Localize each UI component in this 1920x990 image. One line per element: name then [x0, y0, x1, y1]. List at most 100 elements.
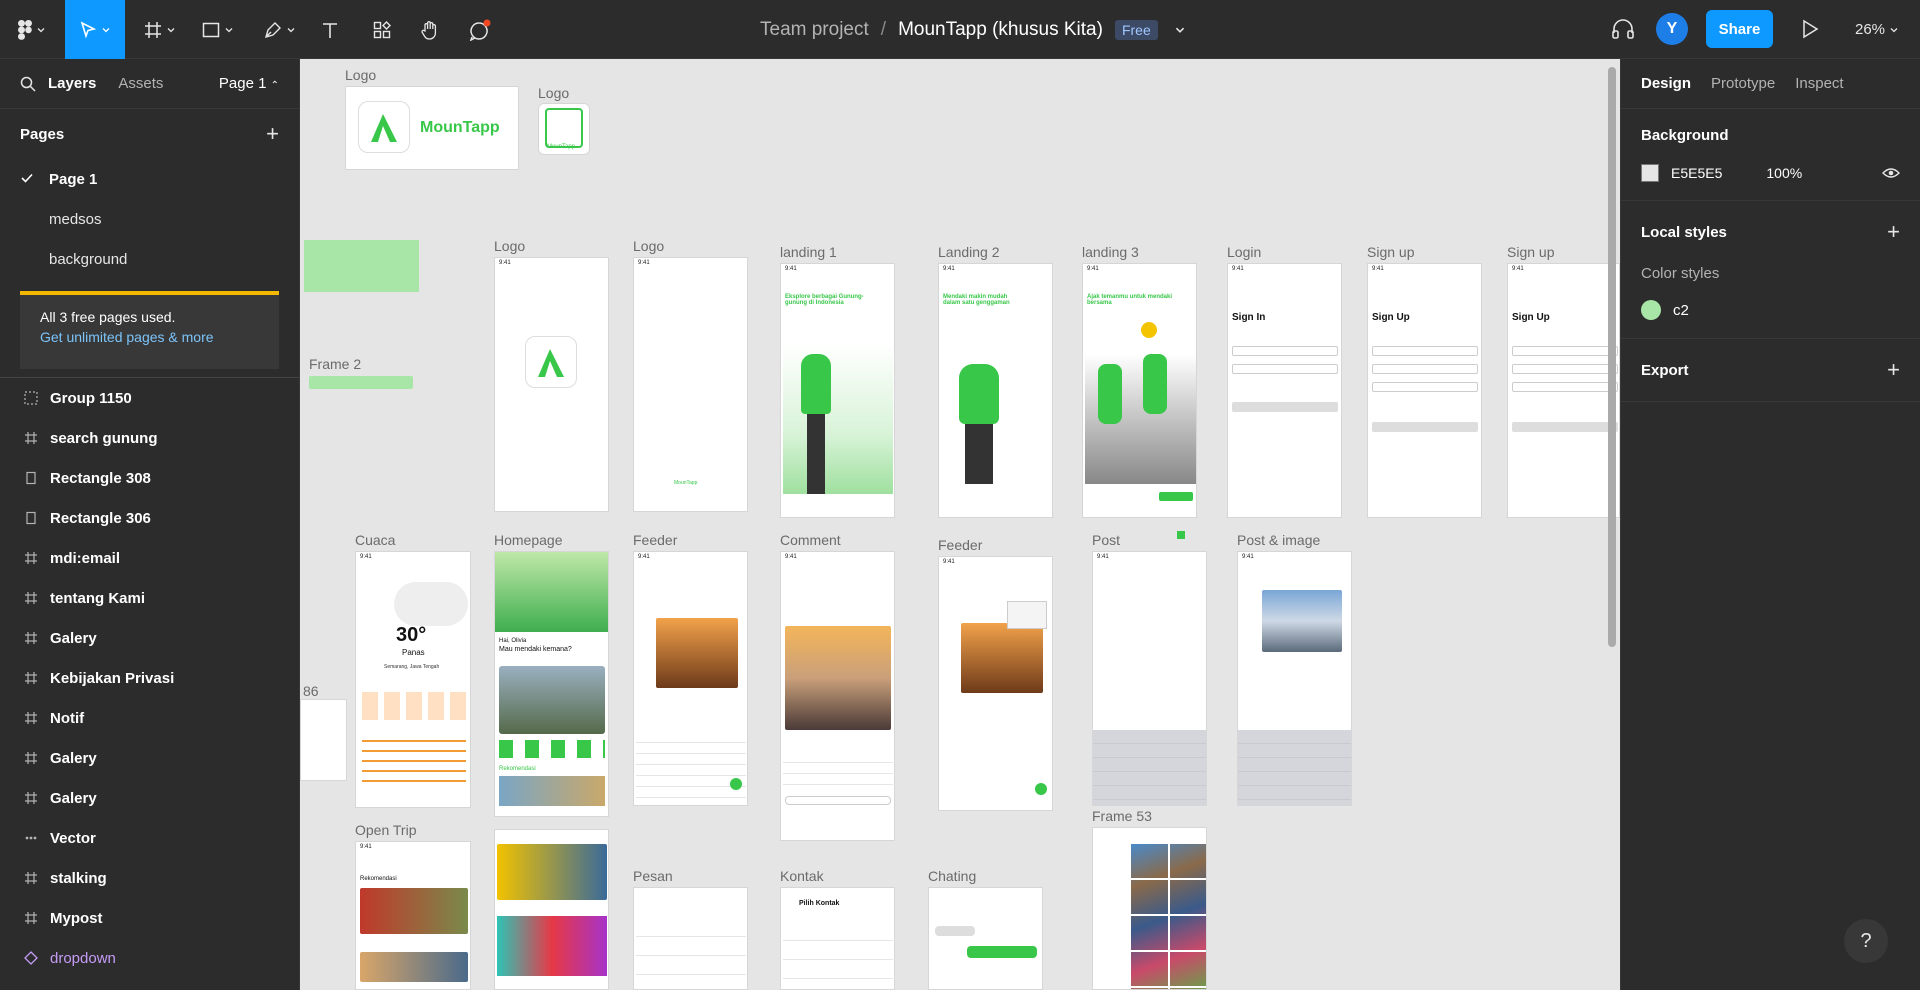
page-item[interactable]: Page 1	[0, 159, 299, 199]
eye-icon[interactable]	[1882, 167, 1900, 179]
frame-label[interactable]: Frame 53	[1092, 808, 1152, 824]
signup-frame[interactable]: 9:41 Sign Up	[1507, 263, 1620, 518]
layer-item[interactable]: mdi:email	[0, 538, 299, 578]
plan-badge[interactable]: Free	[1114, 19, 1158, 40]
feeder-frame[interactable]: 9:41	[633, 551, 748, 806]
search-icon[interactable]	[20, 76, 36, 92]
present-play-icon[interactable]	[1800, 19, 1820, 39]
login-frame[interactable]: 9:41 Sign In	[1227, 263, 1342, 518]
background-hex[interactable]: E5E5E5	[1671, 165, 1722, 181]
hand-tool-button[interactable]	[412, 0, 448, 59]
frame-label[interactable]: landing 1	[780, 244, 837, 260]
share-button[interactable]: Share	[1706, 10, 1773, 48]
frame-label[interactable]: Cuaca	[355, 532, 395, 548]
pen-tool-button[interactable]	[258, 0, 302, 59]
frame-label[interactable]: Kontak	[780, 868, 824, 884]
layer-item[interactable]: search gunung	[0, 418, 299, 458]
layer-item[interactable]: Vector	[0, 818, 299, 858]
layer-item[interactable]: Rectangle 306	[0, 498, 299, 538]
frame-label[interactable]: Feeder	[938, 537, 982, 553]
signup-frame[interactable]: 9:41 Sign Up	[1367, 263, 1482, 518]
frame-label[interactable]: Logo	[345, 67, 376, 83]
tab-layers[interactable]: Layers	[48, 75, 96, 92]
frame-label[interactable]: 86	[303, 683, 319, 699]
layer-item[interactable]: Galery	[0, 618, 299, 658]
layer-item[interactable]: Galery	[0, 778, 299, 818]
tab-inspect[interactable]: Inspect	[1795, 75, 1843, 92]
page-item[interactable]: background	[0, 239, 299, 279]
frame-label[interactable]: Login	[1227, 244, 1261, 260]
vertical-scrollbar[interactable]	[1608, 67, 1616, 647]
frame-label[interactable]: Sign up	[1367, 244, 1414, 260]
layer-item[interactable]: Kebijakan Privasi	[0, 658, 299, 698]
layer-item[interactable]: Notif	[0, 698, 299, 738]
comment-tool-button[interactable]	[462, 0, 498, 59]
feeder-frame[interactable]: 9:41	[938, 556, 1053, 811]
splash-frame[interactable]: 9:41 MounTapp	[633, 257, 748, 512]
frame-label[interactable]: Chating	[928, 868, 976, 884]
frame-label[interactable]: Landing 2	[938, 244, 1000, 260]
layer-item[interactable]: Mypost	[0, 898, 299, 938]
upgrade-link[interactable]: Get unlimited pages & more	[40, 329, 259, 345]
open-trip-frame[interactable]: 9:41 Rekomendasi	[355, 841, 471, 990]
help-button[interactable]: ?	[1844, 919, 1888, 963]
frame-label[interactable]: landing 3	[1082, 244, 1139, 260]
layer-item[interactable]: dropdown	[0, 938, 299, 978]
frame-label[interactable]: Homepage	[494, 532, 563, 548]
page-item[interactable]: medsos	[0, 199, 299, 239]
landing-frame[interactable]: 9:41 Ajak temanmu untuk mendaki bersama	[1082, 263, 1197, 518]
messages-frame[interactable]	[633, 887, 748, 990]
splash-frame[interactable]: 9:41	[494, 257, 609, 512]
move-tool-button[interactable]	[65, 0, 125, 59]
logo-small-frame[interactable]: MounTapp	[538, 103, 590, 155]
page-selector[interactable]: Page 1 ⌃	[219, 75, 279, 92]
frame-label[interactable]: Logo	[538, 85, 569, 101]
frame-label[interactable]: Logo	[633, 238, 664, 254]
landing-frame[interactable]: 9:41 Mendaki makin mudah dalam satu geng…	[938, 263, 1053, 518]
frame-label[interactable]: Sign up	[1507, 244, 1554, 260]
homepage-frame[interactable]: Hai, Olivia Mau mendaki kemana? Rekomend…	[494, 551, 609, 817]
layer-item[interactable]: tentang Kami	[0, 578, 299, 618]
landing-frame[interactable]: 9:41 Eksplore berbagai Gunung-gunung di …	[780, 263, 895, 518]
audio-chat-icon[interactable]	[1610, 16, 1636, 42]
text-tool-button[interactable]	[314, 0, 346, 59]
layer-item[interactable]: stalking	[0, 858, 299, 898]
green-rectangle[interactable]	[304, 240, 419, 292]
frame-2[interactable]	[309, 376, 413, 389]
weather-frame[interactable]: 9:41 30° Panas Semarang, Jawa Tengah	[355, 551, 471, 808]
gallery-frame[interactable]	[1092, 827, 1207, 990]
frame-label[interactable]: Frame 2	[309, 356, 361, 372]
frame-label[interactable]: Open Trip	[355, 822, 416, 838]
tab-design[interactable]: Design	[1641, 75, 1691, 92]
resources-button[interactable]	[364, 0, 400, 59]
file-name[interactable]: MounTapp (khusus Kita)	[898, 19, 1103, 41]
frame-label[interactable]: Pesan	[633, 868, 673, 884]
add-style-icon[interactable]: +	[1887, 219, 1900, 245]
frame-label[interactable]: Post	[1092, 532, 1120, 548]
logo-frame[interactable]: MounTapp	[345, 86, 519, 170]
frame-label[interactable]: Comment	[780, 532, 841, 548]
frame-label[interactable]: Feeder	[633, 532, 677, 548]
shape-tool-button[interactable]	[196, 0, 240, 59]
frame-label[interactable]: Post & image	[1237, 532, 1320, 548]
layer-item[interactable]: dropdown	[0, 978, 299, 990]
zoom-control[interactable]: 26%	[1855, 0, 1899, 59]
add-page-icon[interactable]: +	[266, 121, 279, 147]
open-trip-list-frame[interactable]	[494, 829, 609, 990]
color-style-item[interactable]: c2	[1641, 300, 1900, 320]
contacts-frame[interactable]: Pilih Kontak	[780, 887, 895, 990]
tab-assets[interactable]: Assets	[118, 75, 163, 92]
background-opacity[interactable]: 100%	[1766, 165, 1802, 181]
chat-frame[interactable]	[928, 887, 1043, 990]
frame-tool-button[interactable]	[138, 0, 182, 59]
team-name[interactable]: Team project	[760, 19, 869, 41]
tab-prototype[interactable]: Prototype	[1711, 75, 1775, 92]
post-image-frame[interactable]: 9:41	[1237, 551, 1352, 806]
add-export-icon[interactable]: +	[1887, 357, 1900, 383]
layer-item[interactable]: Galery	[0, 738, 299, 778]
avatar[interactable]: Y	[1656, 13, 1688, 45]
figma-menu-button[interactable]	[10, 0, 54, 59]
frame-label[interactable]: Logo	[494, 238, 525, 254]
post-frame[interactable]: 9:41	[1092, 551, 1207, 806]
layer-item[interactable]: Rectangle 308	[0, 458, 299, 498]
